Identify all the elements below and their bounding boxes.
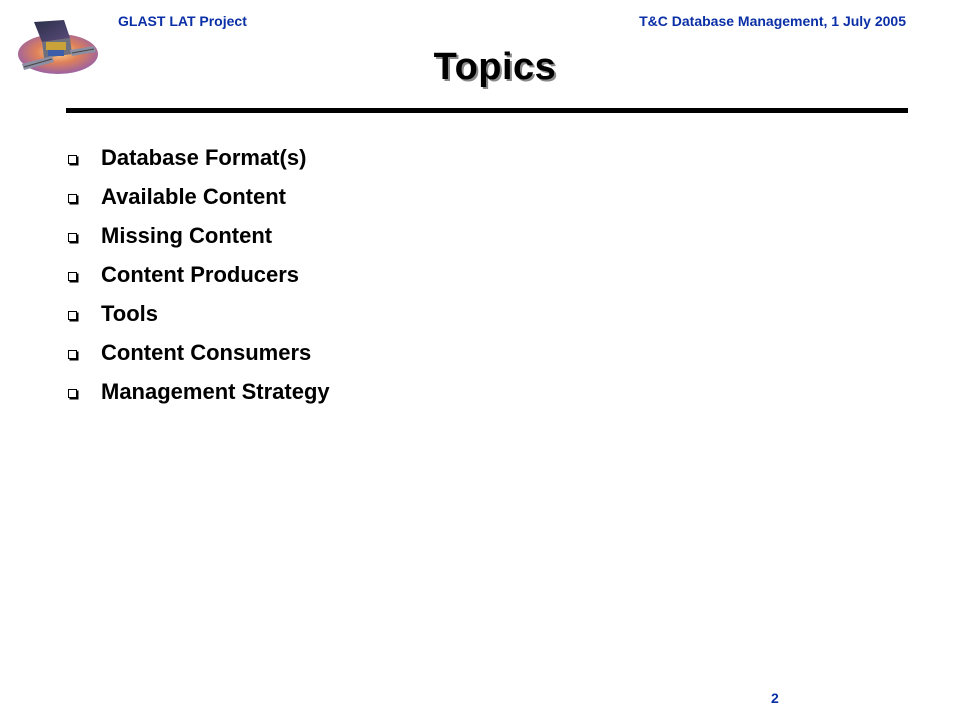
title-divider — [66, 108, 908, 113]
page-number: 2 — [771, 690, 779, 706]
square-bullet-icon — [68, 350, 77, 359]
topic-label: Content Consumers — [101, 339, 312, 365]
header-meeting-title: T&C Database Management, 1 July 2005 — [639, 13, 906, 29]
topic-label: Management Strategy — [101, 378, 330, 404]
topic-label: Content Producers — [101, 261, 300, 287]
list-item: Content Producers — [66, 255, 330, 294]
slide: GLAST LAT Project T&C Database Managemen… — [0, 0, 960, 720]
header-project-name: GLAST LAT Project — [118, 13, 247, 29]
list-item: Content Consumers — [66, 333, 330, 372]
topic-label: Database Format(s) — [101, 144, 307, 170]
topic-label: Tools — [101, 300, 159, 326]
topic-label: Available Content — [101, 183, 286, 209]
square-bullet-icon — [68, 194, 77, 203]
list-item: Database Format(s) — [66, 138, 330, 177]
list-item: Available Content — [66, 177, 330, 216]
list-item: Management Strategy — [66, 372, 330, 411]
square-bullet-icon — [68, 311, 77, 320]
square-bullet-icon — [68, 389, 77, 398]
topic-list: Database Format(s) Available Content Mis… — [66, 138, 330, 411]
slide-title: Topics — [433, 46, 557, 88]
topic-label: Missing Content — [101, 222, 273, 248]
list-item: Tools — [66, 294, 330, 333]
square-bullet-icon — [68, 272, 77, 281]
square-bullet-icon — [68, 233, 77, 242]
list-item: Missing Content — [66, 216, 330, 255]
square-bullet-icon — [68, 155, 77, 164]
